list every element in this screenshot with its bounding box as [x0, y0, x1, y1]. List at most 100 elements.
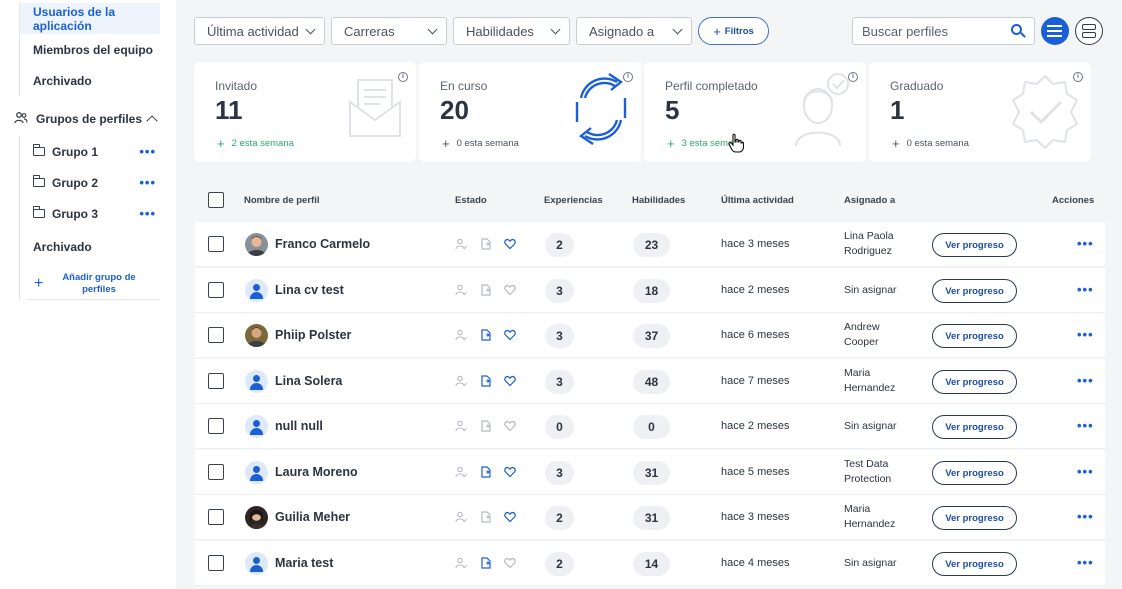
heart-icon[interactable]	[504, 556, 516, 569]
invited-status-icon	[455, 419, 467, 432]
table-row[interactable]: Franco Carmelo 2 23 hace 3 meses Lina Paola R…	[195, 222, 1105, 267]
card-view-button[interactable]	[1075, 17, 1103, 45]
table-row[interactable]: Guilia Meher 2 31 hace 3 meses Maria Hernande…	[195, 495, 1105, 540]
table-row[interactable]: null null 0 0 hace 2 meses Sin asignar Ver pr…	[195, 404, 1105, 449]
row-checkbox[interactable]	[208, 509, 224, 525]
row-actions-button[interactable]: •••	[1077, 327, 1094, 342]
profile-name[interactable]: null null	[275, 419, 323, 433]
search-input[interactable]	[853, 18, 1003, 44]
profile-name[interactable]: Laura Moreno	[275, 465, 358, 479]
view-progress-button[interactable]: Ver progreso	[932, 461, 1017, 485]
row-actions-button[interactable]: •••	[1077, 282, 1094, 297]
group-menu-button[interactable]: •••	[139, 144, 156, 159]
experiences-count: 0	[545, 415, 574, 439]
card-graduated[interactable]: Graduado 1 +0 esta semana i	[869, 62, 1091, 162]
person-check-icon	[795, 73, 849, 147]
badge-check-icon	[1011, 74, 1079, 150]
search-box	[852, 17, 1035, 45]
view-progress-button[interactable]: Ver progreso	[932, 552, 1017, 576]
document-status-icon	[480, 374, 492, 387]
heart-icon[interactable]	[504, 510, 516, 523]
sidebar-item-archived[interactable]: Archivado	[20, 65, 160, 96]
select-all-checkbox[interactable]	[208, 192, 224, 208]
last-activity: hace 3 meses	[721, 511, 790, 523]
card-in-progress[interactable]: En curso 20 +0 esta semana i	[419, 62, 641, 162]
column-header-last-activity[interactable]: Última actividad	[721, 195, 794, 206]
filters-button[interactable]: + Filtros	[698, 17, 769, 45]
sidebar-item-group-3[interactable]: Grupo 3 •••	[20, 198, 160, 229]
card-profile-completed[interactable]: Perfil completado 5 +3 esta semana i	[644, 62, 866, 162]
sidebar-item-team-members[interactable]: Miembros del equipo	[20, 34, 160, 65]
view-progress-button[interactable]: Ver progreso	[932, 370, 1017, 394]
view-progress-button[interactable]: Ver progreso	[932, 279, 1017, 303]
filter-assigned[interactable]: Asignado a	[576, 17, 692, 45]
assigned-to: Sin asignar	[844, 420, 897, 432]
invited-status-icon	[455, 465, 467, 478]
group-menu-button[interactable]: •••	[139, 175, 156, 190]
table-row[interactable]: Maria test 2 14 hace 4 meses Sin asignar Ver …	[195, 541, 1105, 586]
column-header-name[interactable]: Nombre de perfil	[244, 195, 320, 206]
refresh-icon	[575, 73, 627, 145]
filter-skills[interactable]: Habilidades	[453, 17, 570, 45]
row-checkbox[interactable]	[208, 418, 224, 434]
card-invited[interactable]: Invitado 11 +2 esta semana i	[194, 62, 416, 162]
table-row[interactable]: Lina cv test 3 18 hace 2 meses Sin asignar Ve…	[195, 268, 1105, 313]
view-progress-button[interactable]: Ver progreso	[932, 415, 1017, 439]
group-menu-button[interactable]: •••	[139, 206, 156, 221]
row-actions-button[interactable]: •••	[1077, 464, 1094, 479]
avatar	[245, 461, 268, 484]
view-progress-button[interactable]: Ver progreso	[932, 233, 1017, 257]
profile-name[interactable]: Guilia Meher	[275, 510, 350, 524]
heart-icon[interactable]	[504, 374, 516, 387]
row-actions-button[interactable]: •••	[1077, 509, 1094, 524]
profile-name[interactable]: Lina Solera	[275, 374, 342, 388]
view-progress-button[interactable]: Ver progreso	[932, 506, 1017, 530]
filter-careers[interactable]: Carreras	[331, 17, 447, 45]
table-row[interactable]: Lina Solera 3 48 hace 7 meses Maria Hernandez…	[195, 359, 1105, 404]
column-header-experiences[interactable]: Experiencias	[544, 195, 603, 206]
week-count: +2 esta semana	[217, 136, 294, 151]
column-header-assigned[interactable]: Asignado a	[844, 195, 895, 206]
sidebar-item-group-2[interactable]: Grupo 2 •••	[20, 167, 160, 198]
profile-name[interactable]: Lina cv test	[275, 283, 344, 297]
document-status-icon	[480, 419, 492, 432]
table-row[interactable]: Laura Moreno 3 31 hace 5 meses Test Data Prot…	[195, 450, 1105, 495]
profile-name[interactable]: Maria test	[275, 556, 333, 570]
column-header-status[interactable]: Estado	[455, 195, 487, 206]
sidebar-item-groups-archived[interactable]: Archivado	[20, 231, 160, 262]
invited-status-icon	[455, 510, 467, 523]
table-row[interactable]: Phiip Polster 3 37 hace 6 meses Andrew Cooper…	[195, 313, 1105, 358]
heart-icon[interactable]	[504, 419, 516, 432]
row-actions-button[interactable]: •••	[1077, 555, 1094, 570]
add-group-button[interactable]: + Añadir grupo de perfiles	[28, 268, 160, 300]
sidebar-item-app-users[interactable]: Usuarios de la aplicación	[20, 3, 160, 34]
row-checkbox[interactable]	[208, 464, 224, 480]
heart-icon[interactable]	[504, 237, 516, 250]
experiences-count: 3	[545, 324, 574, 348]
last-activity: hace 7 meses	[721, 375, 790, 387]
row-checkbox[interactable]	[208, 373, 224, 389]
filter-last-activity[interactable]: Última actividad	[194, 17, 325, 45]
row-checkbox[interactable]	[208, 555, 224, 571]
heart-icon[interactable]	[504, 283, 516, 296]
row-actions-button[interactable]: •••	[1077, 418, 1094, 433]
profile-name[interactable]: Franco Carmelo	[275, 237, 370, 251]
last-activity: hace 5 meses	[721, 466, 790, 478]
heart-icon[interactable]	[504, 328, 516, 341]
heart-icon[interactable]	[504, 465, 516, 478]
sidebar-item-group-1[interactable]: Grupo 1 •••	[20, 136, 160, 167]
profile-groups-header[interactable]: Grupos de perfiles	[14, 108, 164, 130]
avatar	[245, 506, 268, 529]
row-checkbox[interactable]	[208, 236, 224, 252]
row-actions-button[interactable]: •••	[1077, 236, 1094, 251]
search-icon[interactable]	[1011, 24, 1022, 35]
row-actions-button[interactable]: •••	[1077, 373, 1094, 388]
profile-name[interactable]: Phiip Polster	[275, 328, 351, 342]
row-checkbox[interactable]	[208, 282, 224, 298]
view-progress-button[interactable]: Ver progreso	[932, 324, 1017, 348]
column-header-skills[interactable]: Habilidades	[632, 195, 685, 206]
row-checkbox[interactable]	[208, 327, 224, 343]
list-view-button[interactable]	[1041, 17, 1069, 45]
skills-count: 48	[633, 370, 670, 394]
chevron-up-icon[interactable]	[146, 115, 158, 127]
